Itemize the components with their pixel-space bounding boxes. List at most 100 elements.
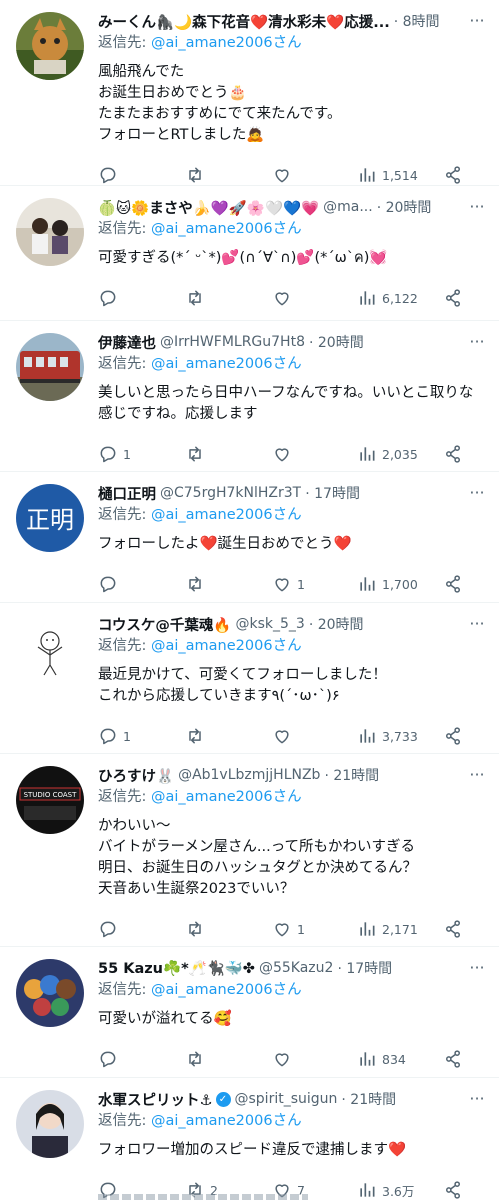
display-name[interactable]: 🍈🐱🌼まさや🍌💜🚀🌸🤍💙💗 bbox=[98, 197, 319, 218]
timestamp[interactable]: · 17時間 bbox=[305, 483, 360, 503]
avatar[interactable] bbox=[16, 333, 84, 401]
tweet[interactable]: 55 Kazu☘️*🥂🐈‍⬛🐳✤ @55Kazu2 · 17時間 ··· 返信先… bbox=[0, 947, 499, 1078]
reply-target-link[interactable]: @ai_amane2006さん bbox=[151, 507, 302, 523]
tweet-header: 樋口正明 @C75rgH7kNlHZr3T · 17時間 bbox=[98, 482, 483, 504]
retweet-button[interactable] bbox=[185, 1044, 272, 1074]
more-icon[interactable]: ··· bbox=[465, 10, 489, 32]
views-button[interactable]: 2,171 bbox=[357, 914, 443, 944]
views-button[interactable]: 2,035 bbox=[357, 439, 443, 469]
share-button[interactable] bbox=[443, 569, 469, 599]
reply-target-link[interactable]: @ai_amane2006さん bbox=[151, 35, 302, 51]
avatar[interactable]: STUDIO COAST bbox=[16, 766, 84, 834]
retweet-button[interactable] bbox=[185, 569, 272, 599]
reply-button[interactable]: 1 bbox=[98, 439, 185, 469]
views-button[interactable]: 1,700 bbox=[357, 569, 443, 599]
tweet-text: フォローしたよ❤️誕生日おめでとう❤️ bbox=[98, 536, 352, 552]
timestamp[interactable]: · 8時間 bbox=[394, 11, 440, 31]
reply-target-link[interactable]: @ai_amane2006さん bbox=[151, 982, 302, 998]
more-icon[interactable]: ··· bbox=[465, 1088, 489, 1110]
display-name[interactable]: みーくん🦍🌙森下花音❤️清水彩未❤️応援... bbox=[98, 11, 390, 32]
more-icon[interactable]: ··· bbox=[465, 196, 489, 218]
views-button[interactable]: 6,122 bbox=[357, 283, 443, 313]
views-icon bbox=[360, 168, 375, 182]
reply-to-line: 返信先: @ai_amane2006さん bbox=[98, 218, 483, 240]
reply-button[interactable]: 1 bbox=[98, 721, 185, 751]
reply-prefix: 返信先: bbox=[98, 221, 147, 237]
timestamp[interactable]: · 17時間 bbox=[337, 958, 392, 978]
reply-button[interactable] bbox=[98, 569, 185, 599]
views-button[interactable]: 3,733 bbox=[357, 721, 443, 751]
share-button[interactable] bbox=[443, 283, 469, 313]
avatar[interactable] bbox=[16, 198, 84, 266]
reply-button[interactable] bbox=[98, 283, 185, 313]
timestamp[interactable]: · 20時間 bbox=[309, 614, 364, 634]
user-handle[interactable]: @55Kazu2 bbox=[259, 960, 333, 976]
retweet-button[interactable] bbox=[185, 283, 272, 313]
avatar[interactable] bbox=[16, 959, 84, 1027]
more-icon[interactable]: ··· bbox=[465, 764, 489, 786]
views-button[interactable]: 834 bbox=[357, 1044, 443, 1074]
like-count: 1 bbox=[297, 576, 305, 592]
user-handle[interactable]: @IrrHWFMLRGu7Ht8 bbox=[160, 334, 305, 350]
retweet-icon bbox=[189, 921, 201, 937]
display-name[interactable]: コウスケ@千葉魂🔥 bbox=[98, 614, 231, 635]
retweet-button[interactable] bbox=[185, 439, 272, 469]
reply-button[interactable] bbox=[98, 914, 185, 944]
action-bar: 834 bbox=[98, 1035, 483, 1083]
tweet[interactable]: STUDIO COAST ひろすけ🐰 @Ab1vLbzmjjHLNZb · 21… bbox=[0, 754, 499, 947]
like-count: 1 bbox=[297, 921, 305, 937]
share-button[interactable] bbox=[443, 1044, 469, 1074]
reply-target-link[interactable]: @ai_amane2006さん bbox=[151, 221, 302, 237]
user-handle[interactable]: @ksk_5_3 bbox=[235, 616, 304, 632]
reply-prefix: 返信先: bbox=[98, 507, 147, 523]
display-name[interactable]: 伊藤達也 bbox=[98, 332, 156, 353]
tweet[interactable]: みーくん🦍🌙森下花音❤️清水彩未❤️応援... · 8時間 ··· 返信先: @… bbox=[0, 0, 499, 186]
more-icon[interactable]: ··· bbox=[465, 482, 489, 504]
like-button[interactable] bbox=[272, 721, 357, 751]
share-button[interactable] bbox=[443, 439, 469, 469]
tweet-text: フォロワー増加のスピード違反で逮捕します❤️ bbox=[98, 1142, 407, 1158]
like-button[interactable]: 1 bbox=[272, 914, 357, 944]
share-button[interactable] bbox=[443, 1175, 469, 1200]
more-icon[interactable]: ··· bbox=[465, 957, 489, 979]
tweet[interactable]: 正明 樋口正明 @C75rgH7kNlHZr3T · 17時間 ··· 返信先:… bbox=[0, 472, 499, 603]
display-name[interactable]: ひろすけ🐰 bbox=[98, 765, 174, 786]
user-handle[interactable]: @C75rgH7kNlHZr3T bbox=[160, 485, 301, 501]
avatar[interactable] bbox=[16, 1090, 84, 1158]
user-handle[interactable]: @spirit_suigun bbox=[235, 1091, 338, 1107]
reply-target-link[interactable]: @ai_amane2006さん bbox=[151, 789, 302, 805]
reply-target-link[interactable]: @ai_amane2006さん bbox=[151, 638, 302, 654]
display-name[interactable]: 55 Kazu☘️*🥂🐈‍⬛🐳✤ bbox=[98, 960, 255, 977]
display-name[interactable]: 樋口正明 bbox=[98, 483, 156, 504]
timestamp[interactable]: · 21時間 bbox=[341, 1089, 396, 1109]
user-handle[interactable]: @Ab1vLbzmjjHLNZb bbox=[178, 767, 320, 783]
retweet-button[interactable] bbox=[185, 721, 272, 751]
timestamp[interactable]: · 20時間 bbox=[377, 197, 432, 217]
tweet[interactable]: 伊藤達也 @IrrHWFMLRGu7Ht8 · 20時間 ··· 返信先: @a… bbox=[0, 321, 499, 472]
like-button[interactable] bbox=[272, 1044, 357, 1074]
tweet[interactable]: コウスケ@千葉魂🔥 @ksk_5_3 · 20時間 ··· 返信先: @ai_a… bbox=[0, 603, 499, 754]
display-name[interactable]: 水軍スピリット⚓ bbox=[98, 1089, 213, 1110]
avatar[interactable]: 正明 bbox=[16, 484, 84, 552]
avatar[interactable] bbox=[16, 12, 84, 80]
reply-button[interactable] bbox=[98, 1044, 185, 1074]
share-button[interactable] bbox=[443, 914, 469, 944]
like-icon bbox=[275, 730, 289, 744]
tweet[interactable]: 水軍スピリット⚓ ✓ @spirit_suigun · 21時間 ··· 返信先… bbox=[0, 1078, 499, 1200]
timestamp[interactable]: · 21時間 bbox=[324, 765, 379, 785]
user-handle[interactable]: @ma... bbox=[323, 199, 373, 215]
timestamp[interactable]: · 20時間 bbox=[309, 332, 364, 352]
reply-target-link[interactable]: @ai_amane2006さん bbox=[151, 356, 302, 372]
tweet[interactable]: 🍈🐱🌼まさや🍌💜🚀🌸🤍💙💗 @ma... · 20時間 ··· 返信先: @ai… bbox=[0, 186, 499, 321]
views-button[interactable]: 3.6万 bbox=[357, 1175, 443, 1200]
share-button[interactable] bbox=[443, 721, 469, 751]
reply-target-link[interactable]: @ai_amane2006さん bbox=[151, 1113, 302, 1129]
more-icon[interactable]: ··· bbox=[465, 331, 489, 353]
share-icon bbox=[446, 920, 460, 938]
more-icon[interactable]: ··· bbox=[465, 613, 489, 635]
like-button[interactable] bbox=[272, 439, 357, 469]
retweet-button[interactable] bbox=[185, 914, 272, 944]
avatar[interactable] bbox=[16, 615, 84, 683]
like-button[interactable] bbox=[272, 283, 357, 313]
like-button[interactable]: 1 bbox=[272, 569, 357, 599]
